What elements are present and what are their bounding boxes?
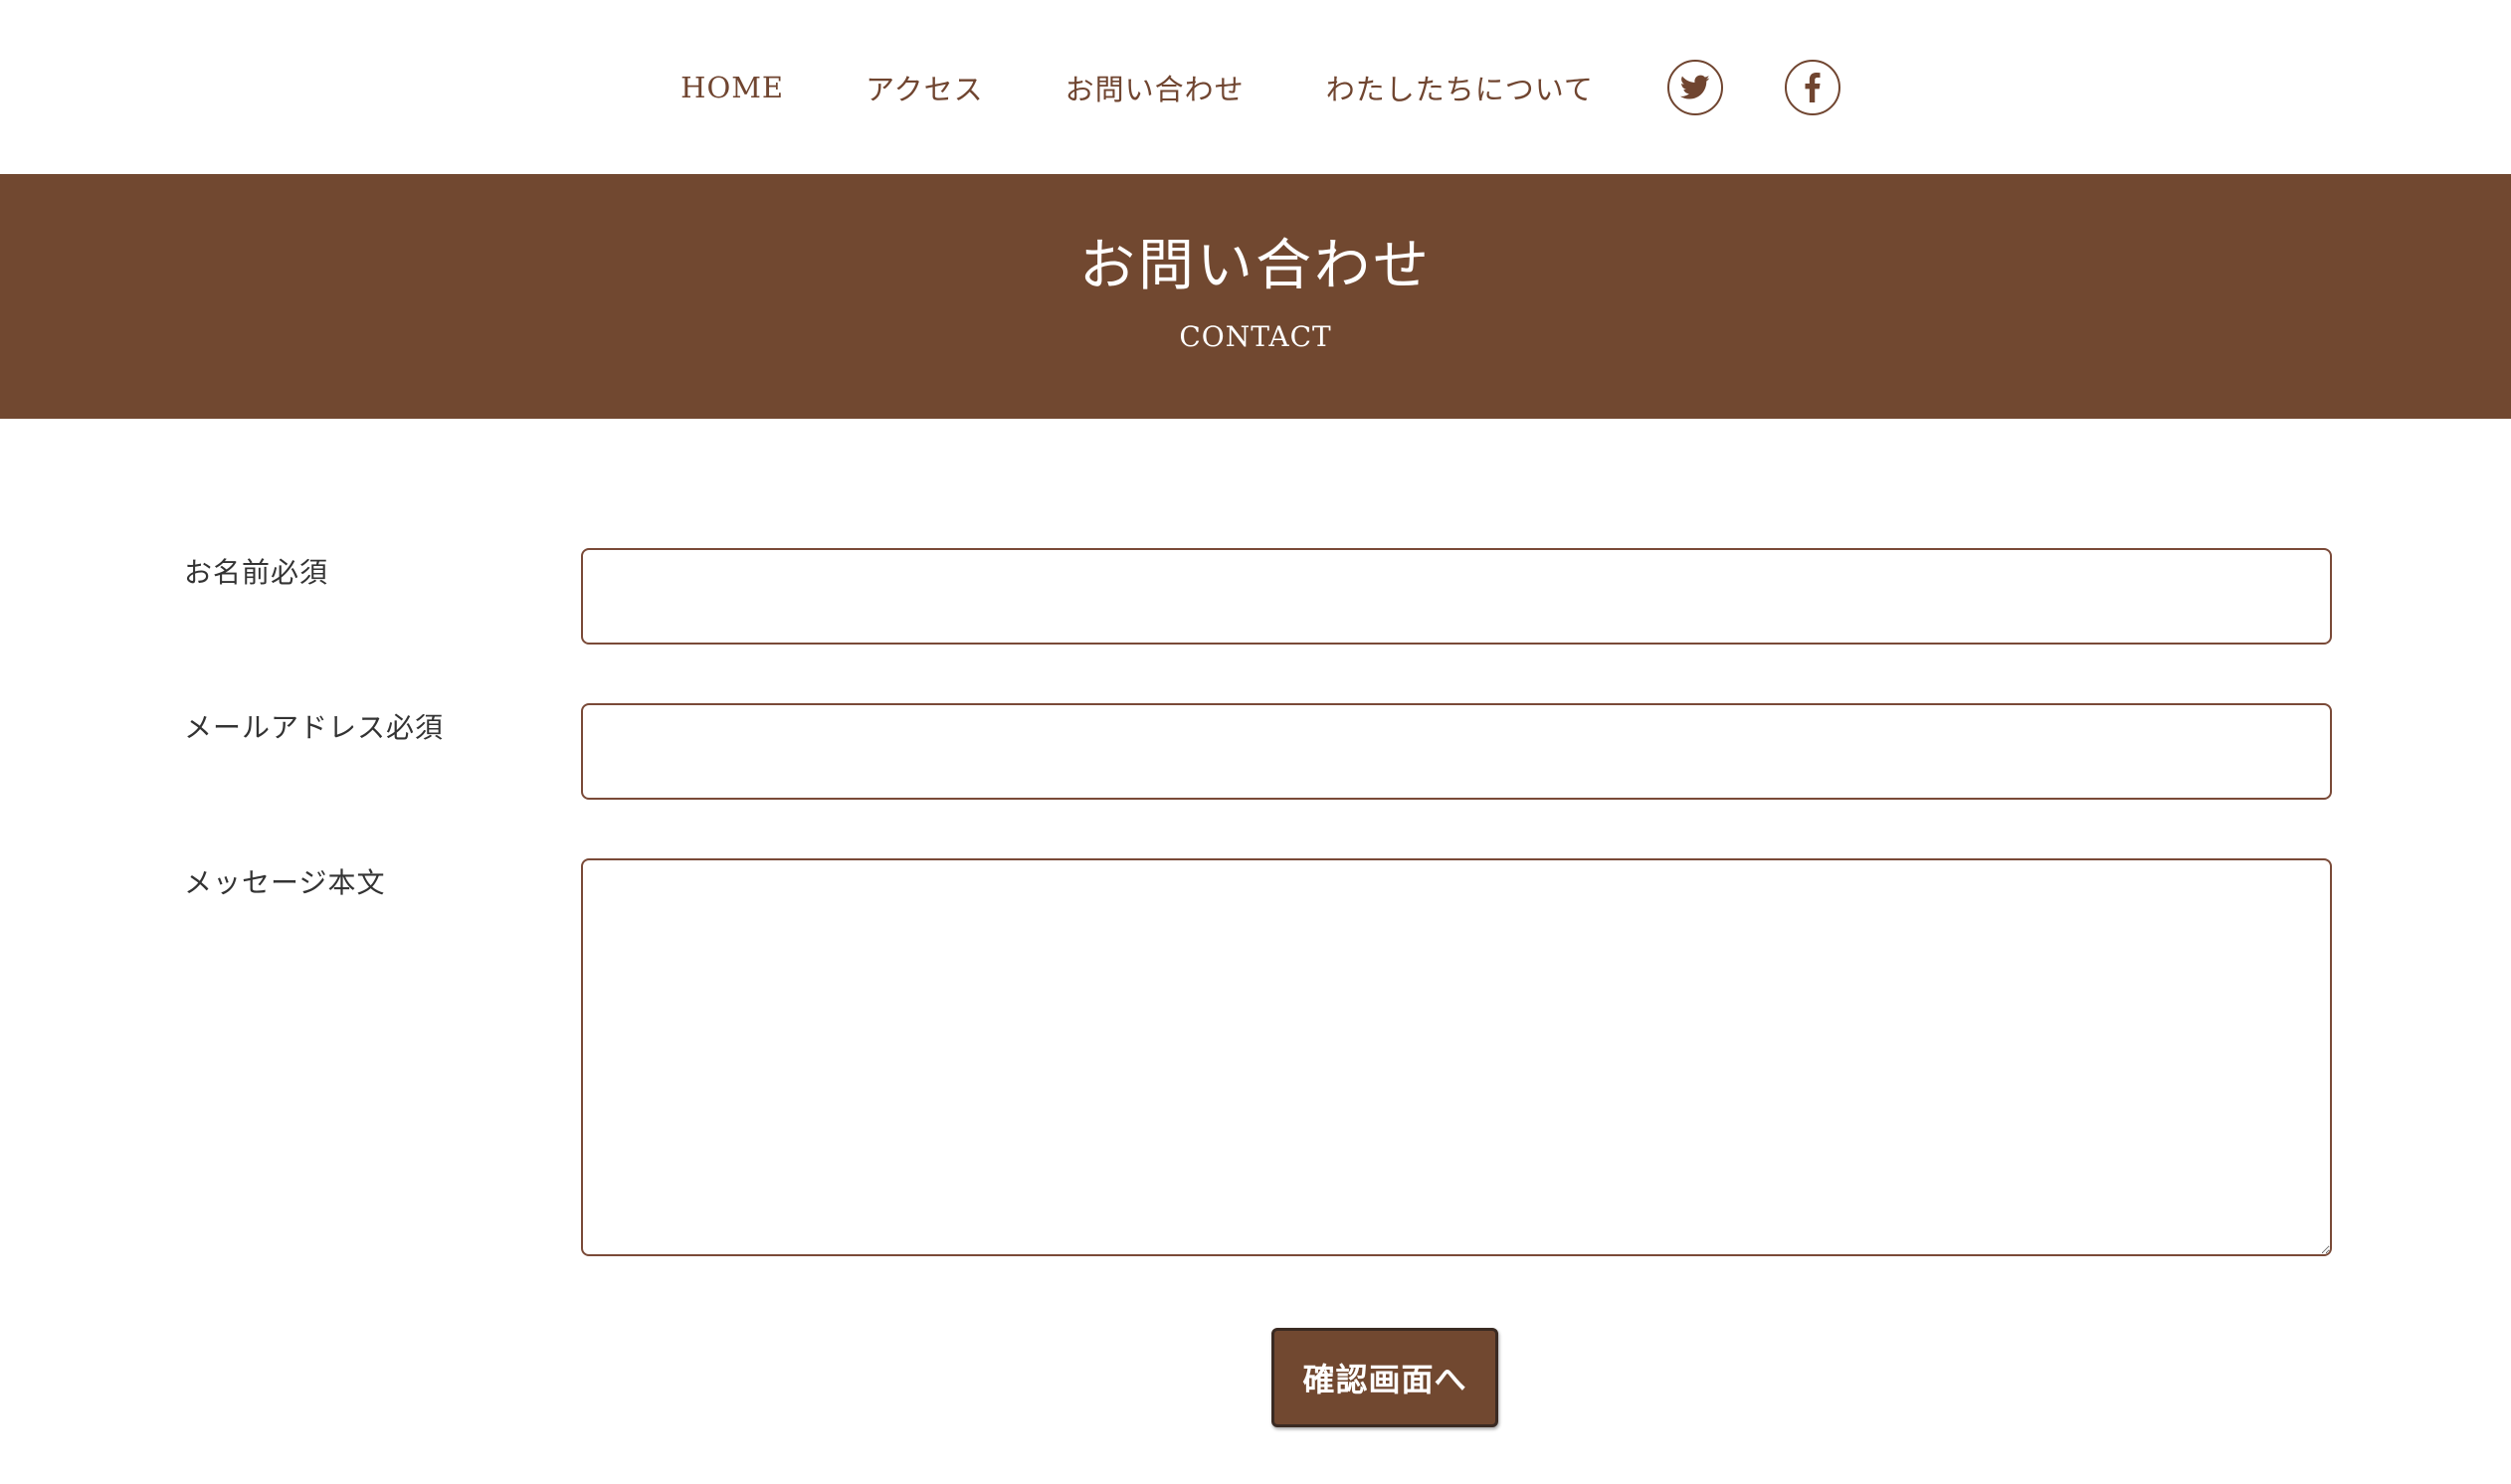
facebook-icon xyxy=(1805,72,1821,102)
twitter-icon xyxy=(1679,75,1710,100)
email-input[interactable] xyxy=(581,703,2332,800)
nav-home-link[interactable]: HOME xyxy=(680,71,784,104)
nav-contact-link[interactable]: お問い合わせ xyxy=(1065,67,1245,108)
nav-about-link[interactable]: わたしたちについて xyxy=(1326,67,1594,108)
email-label: メールアドレス必須 xyxy=(184,711,445,744)
confirm-button[interactable]: 確認画面へ xyxy=(1271,1328,1498,1427)
message-textarea[interactable] xyxy=(581,858,2332,1256)
message-label: メッセージ本文 xyxy=(184,866,386,899)
facebook-button[interactable] xyxy=(1784,59,1840,115)
twitter-button[interactable] xyxy=(1666,59,1723,115)
page-subtitle: CONTACT xyxy=(1179,320,1332,353)
page-title: お問い合わせ xyxy=(1079,234,1432,298)
main-nav: HOME アクセス お問い合わせ わたしたちについて xyxy=(0,0,2511,174)
page-hero: お問い合わせ CONTACT xyxy=(0,174,2511,419)
name-label: お名前必須 xyxy=(184,556,329,589)
site-header: HOME アクセス お問い合わせ わたしたちについて xyxy=(0,0,2511,174)
name-input[interactable] xyxy=(581,548,2332,645)
nav-access-link[interactable]: アクセス xyxy=(866,67,984,108)
